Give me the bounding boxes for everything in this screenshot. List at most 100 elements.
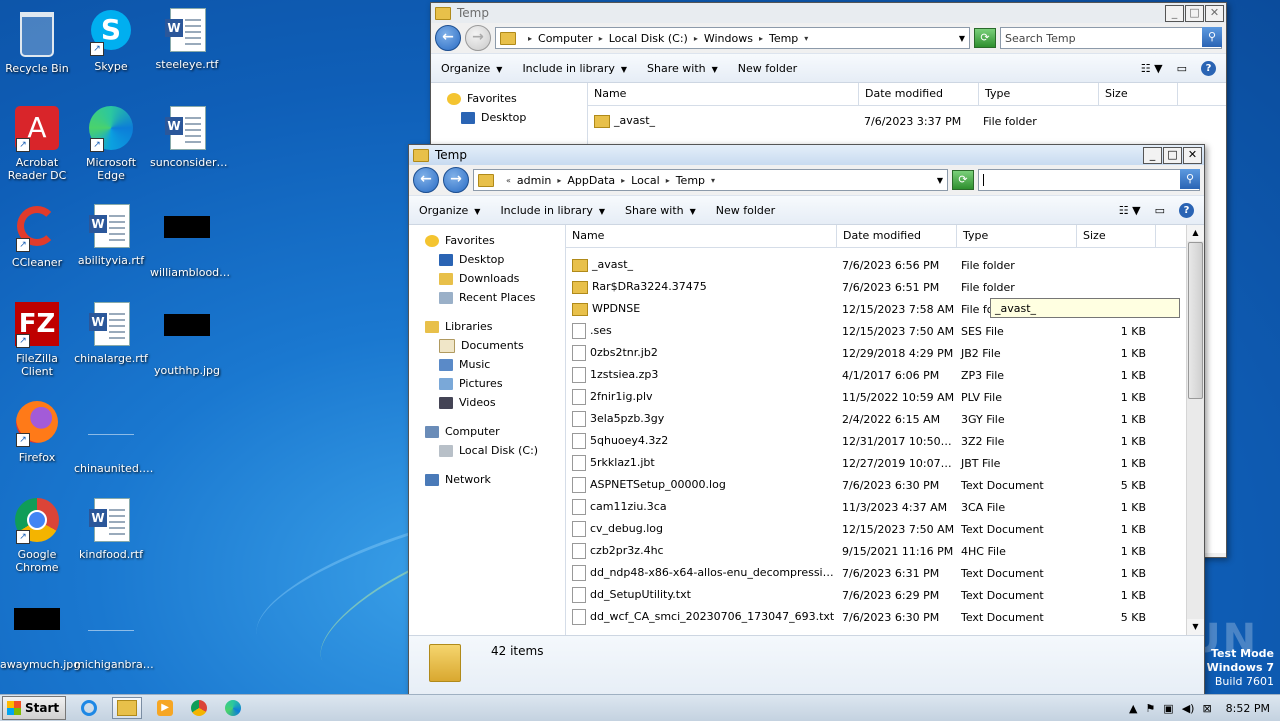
clock[interactable]: 8:52 PM [1226,702,1270,715]
desktop-icon-chrome[interactable]: ↗ Google Chrome [0,498,74,574]
breadcrumb-item[interactable]: Local [631,174,660,187]
minimize-button[interactable]: _ [1165,4,1184,22]
scrollbar-thumb[interactable] [1188,242,1203,399]
nav-network[interactable]: Network [409,470,565,489]
refresh-icon[interactable]: ⟳ [952,170,974,190]
file-explorer-icon[interactable] [112,697,143,719]
volume-icon[interactable]: ◀) [1182,702,1195,715]
file-row[interactable]: 5qhuoey4.3z2 12/31/2017 10:50 PM 3Z2 File 1… [566,430,1204,452]
share-with-menu[interactable]: Share with ▼ [625,204,696,217]
power-icon[interactable]: ⊠ [1202,702,1211,715]
file-row[interactable]: czb2pr3z.4hc 9/15/2021 11:16 PM 4HC File 1 … [566,540,1204,562]
media-player-icon[interactable]: ▶ [154,698,176,718]
nav-libraries[interactable]: Libraries [409,317,565,336]
nav-recent-places[interactable]: Recent Places [409,288,565,307]
address-dropdown-icon[interactable]: ▼ [937,176,943,185]
nav-videos[interactable]: Videos [409,393,565,412]
file-row[interactable]: 1zstsiea.zp3 4/1/2017 6:06 PM ZP3 File 1 KB [566,364,1204,386]
file-row[interactable]: cv_debug.log 12/15/2023 7:50 AM Text Docum… [566,518,1204,540]
scroll-up-icon[interactable]: ▲ [1187,225,1204,241]
close-button[interactable]: ✕ [1205,4,1224,22]
file-row[interactable]: dd_SetupUtility.txt 7/6/2023 6:29 PM Text … [566,584,1204,606]
breadcrumb-item[interactable]: AppData [567,174,615,187]
file-row[interactable]: 5rkklaz1.jbt 12/27/2019 10:07 AM JBT File 1… [566,452,1204,474]
nav-pictures[interactable]: Pictures [409,374,565,393]
explorer-window-front[interactable]: Temp _ □ ✕ ← → «admin ▸ AppData ▸ Local ▸ T… [408,144,1205,708]
flag-icon[interactable]: ⚑ [1145,702,1155,715]
column-header-type[interactable]: Type [957,225,1077,247]
search-input[interactable]: Search Temp ⚲ [1000,27,1222,49]
preview-pane-icon[interactable]: ▭ [1177,62,1187,75]
nav-documents[interactable]: Documents [409,336,565,355]
desktop-icon-abilityvia[interactable]: W abilityvia.rtf [74,204,148,267]
file-list[interactable]: Name Date modified Type Size _avast_ 7/6/… [566,225,1204,635]
edge-icon[interactable] [222,698,244,718]
back-button[interactable]: ← [435,25,461,51]
file-row[interactable]: 0zbs2tnr.jb2 12/29/2018 4:29 PM JB2 File 1 … [566,342,1204,364]
nav-desktop[interactable]: Desktop [409,250,565,269]
address-bar[interactable]: ▸ Computer ▸ Local Disk (C:) ▸ Windows ▸ Tem… [495,27,970,49]
address-bar[interactable]: «admin ▸ AppData ▸ Local ▸ Temp ▾ ▼ [473,169,948,191]
desktop-icon-kindfood[interactable]: W kindfood.rtf [74,498,148,561]
file-row[interactable]: dd_wcf_CA_smci_20230706_173047_693.txt 7/… [566,606,1204,628]
scroll-down-icon[interactable]: ▼ [1187,619,1204,635]
breadcrumb-item[interactable]: Windows [704,32,753,45]
desktop-icon-sunconsider[interactable]: W sunconsider… [150,106,227,169]
maximize-button[interactable]: □ [1163,146,1182,164]
organize-menu[interactable]: Organize ▼ [419,204,480,217]
close-button[interactable]: ✕ [1183,146,1202,164]
nav-local-disk[interactable]: Local Disk (C:) [409,441,565,460]
view-options-icon[interactable]: ☷ ▼ [1119,204,1141,217]
file-row[interactable]: _avast_ 7/6/2023 6:56 PM File folder [566,254,1204,276]
desktop-icon-acrobat[interactable]: A ↗ Acrobat Reader DC [0,106,74,182]
new-folder-button[interactable]: New folder [716,204,775,217]
forward-button[interactable]: → [443,167,469,193]
file-row[interactable]: 3ela5pzb.3gy 2/4/2022 6:15 AM 3GY File 1 KB [566,408,1204,430]
back-button[interactable]: ← [413,167,439,193]
desktop-icon-steeleye[interactable]: W steeleye.rtf [150,8,224,71]
nav-desktop[interactable]: Desktop [431,108,587,127]
search-icon[interactable]: ⚲ [1180,169,1200,189]
column-header-name[interactable]: Name [566,225,837,247]
address-dropdown-icon[interactable]: ▼ [959,34,965,43]
desktop-icon-edge[interactable]: ↗ Microsoft Edge [74,106,148,182]
help-icon[interactable]: ? [1179,202,1194,218]
file-row[interactable]: ASPNETSetup_00000.log 7/6/2023 6:30 PM Tex… [566,474,1204,496]
refresh-icon[interactable]: ⟳ [974,28,996,48]
vertical-scrollbar[interactable]: ▲ ▼ [1186,225,1204,635]
internet-explorer-icon[interactable] [78,698,100,718]
file-row[interactable]: _avast_ 7/6/2023 3:37 PM File folder [588,110,1226,132]
desktop-icon-michiganbra[interactable]: michiganbra… [74,596,154,671]
nav-favorites[interactable]: Favorites [431,89,587,108]
file-row[interactable]: .ses 12/15/2023 7:50 AM SES File 1 KB [566,320,1204,342]
include-in-library-menu[interactable]: Include in library ▼ [500,204,605,217]
new-folder-button[interactable]: New folder [738,62,797,75]
column-header-type[interactable]: Type [979,83,1099,105]
share-with-menu[interactable]: Share with ▼ [647,62,718,75]
start-button[interactable]: Start [2,696,67,720]
column-header-size[interactable]: Size [1077,225,1156,247]
network-icon[interactable]: ▣ [1163,702,1173,715]
column-header-date[interactable]: Date modified [859,83,979,105]
search-icon[interactable]: ⚲ [1202,27,1222,47]
desktop-icon-ccleaner[interactable]: ↗ CCleaner [0,204,74,269]
search-input[interactable]: ⚲ [978,169,1200,191]
nav-downloads[interactable]: Downloads [409,269,565,288]
file-row[interactable]: cam11ziu.3ca 11/3/2023 4:37 AM 3CA File 1 K… [566,496,1204,518]
desktop-icon-recycle-bin[interactable]: Recycle Bin [0,8,74,75]
maximize-button[interactable]: □ [1185,4,1204,22]
column-header-date[interactable]: Date modified [837,225,957,247]
nav-favorites[interactable]: Favorites [409,231,565,250]
nav-music[interactable]: Music [409,355,565,374]
file-row[interactable]: Rar$DRa3224.37475 7/6/2023 6:51 PM File fo… [566,276,1204,298]
file-row[interactable]: dd_ndp48-x86-x64-allos-enu_decompression… [566,562,1204,584]
column-header-size[interactable]: Size [1099,83,1178,105]
file-row[interactable]: 2fnir1ig.plv 11/5/2022 10:59 AM PLV File 1 … [566,386,1204,408]
breadcrumb-item[interactable]: Computer [538,32,593,45]
view-options-icon[interactable]: ☷ ▼ [1141,62,1163,75]
chrome-icon[interactable] [188,698,210,718]
breadcrumb-item[interactable]: admin [517,174,551,187]
window-titlebar[interactable]: Temp _ □ ✕ [431,3,1226,23]
minimize-button[interactable]: _ [1143,146,1162,164]
preview-pane-icon[interactable]: ▭ [1155,204,1165,217]
